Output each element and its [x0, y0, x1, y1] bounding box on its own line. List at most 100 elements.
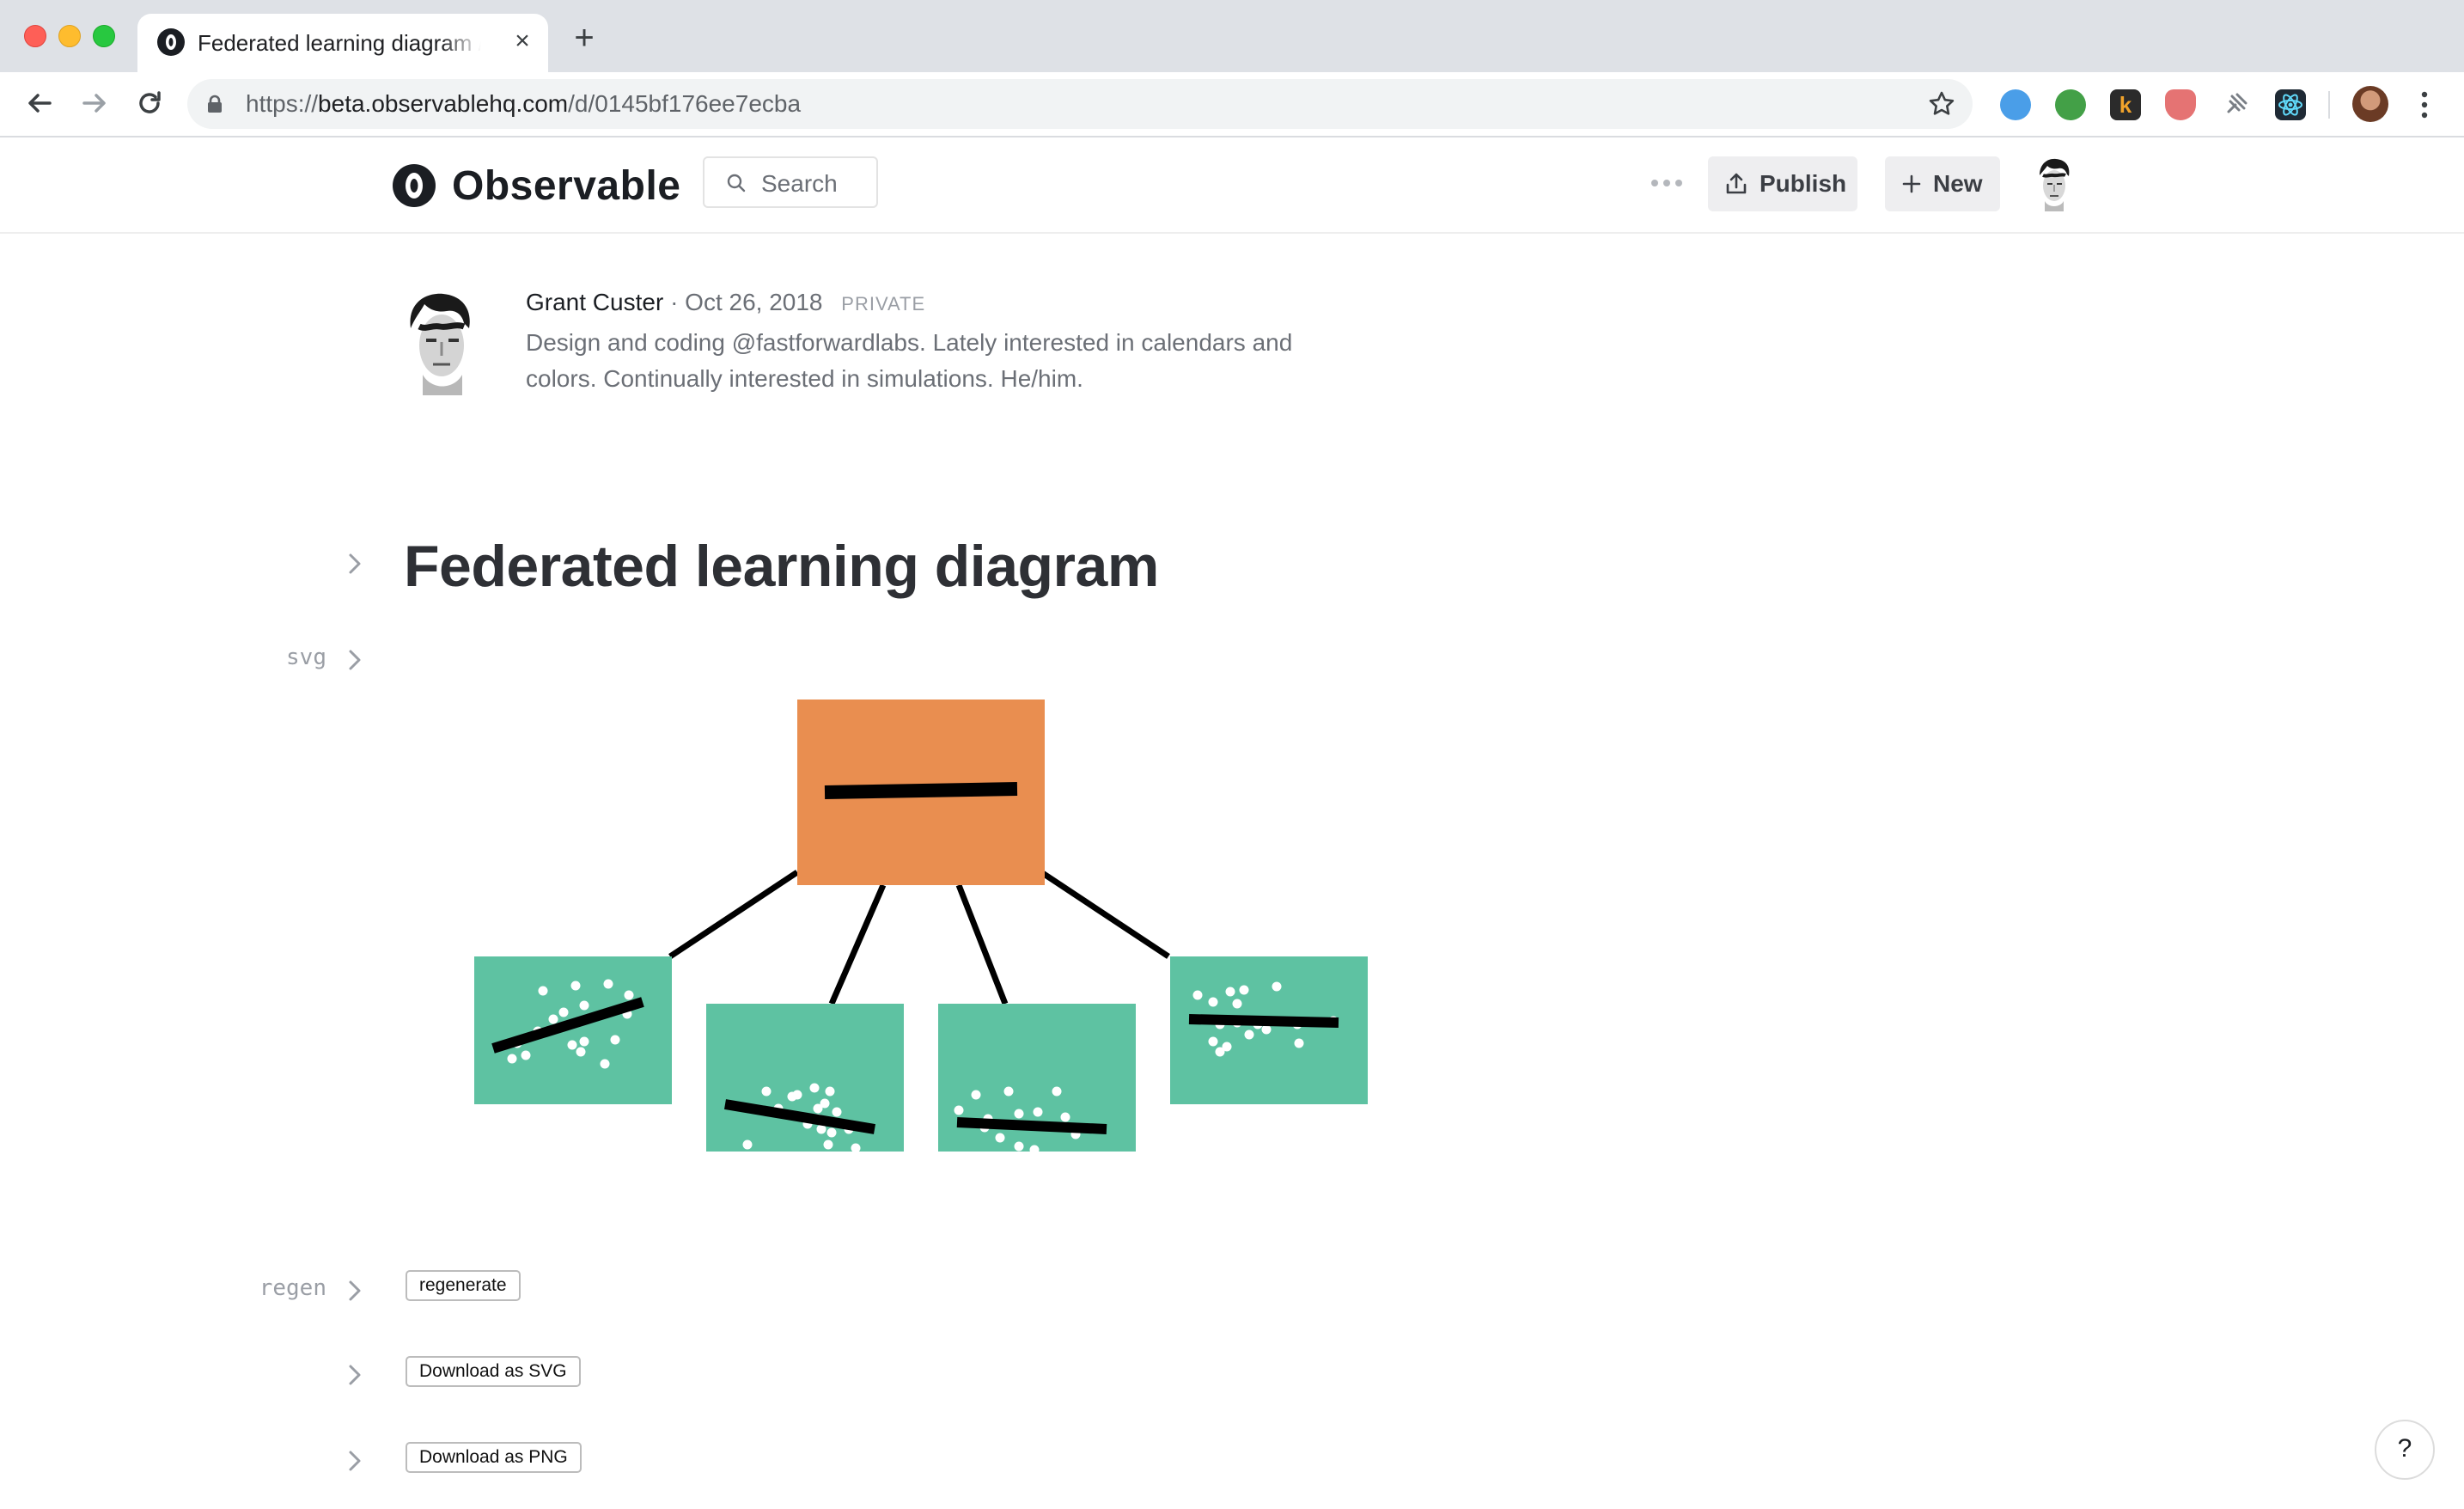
client-4-data-point	[1208, 997, 1218, 1007]
client-3-data-point	[971, 1090, 981, 1100]
client-2-data-point	[823, 1139, 833, 1150]
user-avatar[interactable]	[2033, 156, 2076, 211]
observable-brand[interactable]: Observable	[392, 160, 680, 211]
client-4-data-point	[1192, 990, 1203, 1000]
client-3-data-point	[1014, 1141, 1024, 1152]
client-data-box-1	[474, 956, 672, 1104]
tab-close-icon[interactable]: ×	[507, 26, 538, 57]
upload-icon	[1726, 173, 1747, 194]
browser-tab-active[interactable]: Federated learning diagram / Observable …	[137, 14, 548, 72]
extension-k-icon[interactable]: k	[2110, 89, 2141, 120]
browser-menu-icon[interactable]	[2414, 86, 2435, 124]
client-4-data-point	[1232, 999, 1242, 1009]
new-notebook-button[interactable]: New	[1885, 156, 2000, 211]
connector-line-2	[828, 883, 887, 1005]
client-4-data-point	[1239, 985, 1249, 995]
client-2-data-point	[809, 1083, 820, 1093]
client-3-data-point	[1029, 1145, 1040, 1155]
extension-react-icon[interactable]	[2275, 89, 2306, 120]
client-1-data-point	[600, 1059, 610, 1069]
client-1-data-point	[624, 990, 634, 1000]
connector-line-3	[955, 883, 1009, 1005]
client-1-data-point	[570, 981, 581, 991]
client-4-data-point	[1294, 1038, 1304, 1048]
client-3-model-line	[956, 1117, 1107, 1134]
toolbar-divider	[2328, 91, 2330, 119]
bookmark-star-icon[interactable]	[1928, 90, 1955, 118]
extension-1-icon[interactable]	[2000, 89, 2031, 120]
author-line: Grant Custer · Oct 26, 2018 PRIVATE	[526, 287, 925, 320]
connector-line-4	[1040, 870, 1170, 959]
client-4-data-point	[1225, 987, 1235, 997]
cell-expand-chevron-icon[interactable]	[347, 1279, 363, 1303]
browser-profile-avatar[interactable]	[2352, 86, 2388, 122]
cell-expand-chevron-icon[interactable]	[347, 648, 363, 672]
plus-icon	[1902, 174, 1921, 193]
extension-pin-icon[interactable]	[2220, 89, 2251, 120]
notebook-title: Federated learning diagram	[404, 534, 1159, 599]
client-2-data-point	[826, 1127, 837, 1138]
tab-title: Federated learning diagram / Observable	[198, 30, 481, 56]
download-png-button[interactable]: Download as PNG	[406, 1442, 582, 1473]
observable-header: Observable Search Publish New	[0, 137, 2464, 234]
client-1-data-point	[521, 1050, 531, 1060]
client-1-data-point	[548, 1014, 558, 1024]
lock-icon	[208, 95, 222, 113]
client-2-data-point	[787, 1091, 797, 1102]
brand-name: Observable	[452, 162, 681, 209]
server-model-line	[824, 782, 1018, 799]
address-bar[interactable]: https://beta.observablehq.com/d/0145bf17…	[187, 79, 1973, 129]
client-4-data-point	[1208, 1036, 1218, 1047]
browser-toolbar: https://beta.observablehq.com/d/0145bf17…	[0, 72, 2464, 137]
client-3-data-point	[1060, 1112, 1070, 1122]
client-1-data-point	[579, 1000, 589, 1011]
client-3-data-point	[1014, 1109, 1024, 1119]
client-1-data-point	[610, 1035, 620, 1045]
url-text: https://beta.observablehq.com/d/0145bf17…	[246, 90, 802, 117]
client-1-data-point	[603, 979, 613, 989]
client-1-data-point	[538, 986, 548, 996]
window-close-button[interactable]	[24, 25, 46, 47]
author-name[interactable]: Grant Custer	[526, 289, 663, 315]
search-label: Search	[761, 170, 838, 197]
more-options-icon[interactable]	[1650, 179, 1684, 187]
publish-label: Publish	[1760, 170, 1847, 197]
observable-favicon-icon	[157, 28, 185, 56]
cell-label-svg: svg	[286, 645, 326, 670]
client-4-data-point	[1272, 981, 1282, 992]
extension-shield-icon[interactable]	[2165, 89, 2196, 120]
cell-expand-chevron-icon[interactable]	[347, 1363, 363, 1387]
publish-button[interactable]: Publish	[1708, 156, 1857, 211]
client-2-data-point	[825, 1086, 835, 1097]
cell-expand-chevron-icon[interactable]	[347, 1449, 363, 1473]
download-svg-button[interactable]: Download as SVG	[406, 1356, 581, 1387]
cell-expand-chevron-icon[interactable]	[347, 552, 363, 576]
client-2-data-point	[742, 1139, 753, 1150]
client-2-data-point	[813, 1103, 823, 1114]
forward-arrow-icon[interactable]	[77, 86, 112, 120]
new-label: New	[1933, 170, 1983, 197]
back-arrow-icon[interactable]	[22, 86, 57, 120]
cell-label-regen: regen	[259, 1275, 326, 1301]
window-minimize-button[interactable]	[58, 25, 81, 47]
author-bio: Design and coding @fastforwardlabs. Late…	[526, 329, 1293, 392]
extension-2-icon[interactable]	[2055, 89, 2086, 120]
client-1-data-point	[579, 1036, 589, 1047]
reload-icon[interactable]	[132, 86, 167, 120]
client-1-data-point	[576, 1047, 586, 1057]
browser-tabstrip: Federated learning diagram / Observable …	[0, 0, 2464, 72]
client-3-data-point	[954, 1105, 964, 1115]
regenerate-button[interactable]: regenerate	[406, 1270, 521, 1301]
help-button[interactable]: ?	[2375, 1420, 2435, 1480]
client-3-data-point	[995, 1133, 1005, 1143]
client-2-data-point	[851, 1143, 861, 1153]
client-3-data-point	[1033, 1107, 1043, 1117]
new-tab-button[interactable]: +	[567, 21, 601, 57]
client-2-data-point	[761, 1086, 772, 1097]
search-button[interactable]: Search	[703, 156, 878, 208]
visibility-badge: PRIVATE	[841, 293, 926, 315]
author-avatar[interactable]	[402, 289, 481, 395]
publish-date: Oct 26, 2018	[685, 289, 823, 315]
client-4-model-line	[1188, 1014, 1339, 1028]
window-zoom-button[interactable]	[93, 25, 115, 47]
